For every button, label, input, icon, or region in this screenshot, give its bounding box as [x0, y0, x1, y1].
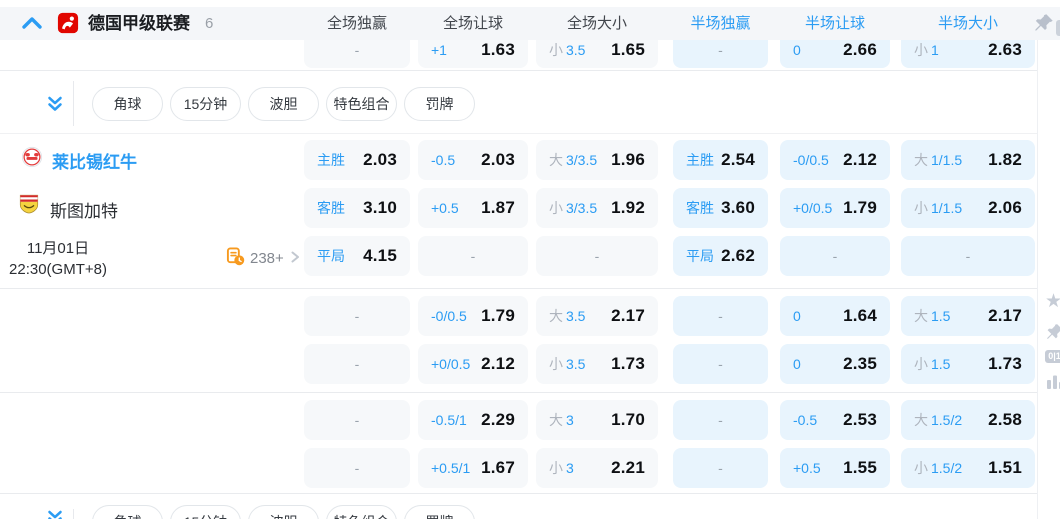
clipped-edge-icon — [1056, 20, 1060, 36]
odds-cell: - — [536, 236, 658, 276]
column-header-half-overunder[interactable]: 半场大小 — [901, 7, 1035, 40]
odds-cell[interactable]: 小 1/1.5 2.06 — [901, 188, 1035, 228]
odds-row-alt-line-2-over: - -0.5/1 2.29 大 3 1.70- -0.5 2.53 大 1.5/2 2.58 — [0, 400, 1060, 440]
odds-cell[interactable]: -0.5 2.53 — [780, 400, 890, 440]
odds-cell[interactable]: 客胜 3.10 — [304, 188, 410, 228]
odds-cell: - — [673, 296, 768, 336]
odds-cell[interactable]: 0 2.35 — [780, 344, 890, 384]
betting-odds-screen: - +1 1.63 小 3.5 1.65-0 2.66 小 1 2.63 主胜 2.03 -0.5 2.0… — [0, 0, 1060, 519]
odds-cell[interactable]: 主胜 2.03 — [304, 140, 410, 180]
odds-grid: - +1 1.63 小 3.5 1.65-0 2.66 小 1 2.63 主胜 2.03 -0.5 2.0… — [0, 0, 1060, 519]
league-header-bar: 德国甲级联赛 6 全场独赢 全场让球 全场大小 半场独赢 半场让球 半场大小 — [0, 7, 1060, 40]
odds-cell[interactable]: 小 1.5/2 1.51 — [901, 448, 1035, 488]
column-header-full-1x2: 全场独赢 — [326, 15, 387, 32]
odds-cell: - — [673, 400, 768, 440]
odds-cell[interactable]: +0.5 1.55 — [780, 448, 890, 488]
odds-cell[interactable]: 大 1/1.5 1.82 — [901, 140, 1035, 180]
odds-cell[interactable]: -0.5/1 2.29 — [418, 400, 528, 440]
odds-cell: - — [418, 236, 528, 276]
odds-cell[interactable]: 小 3.5 1.73 — [536, 344, 658, 384]
league-match-count: 6 — [205, 15, 214, 32]
odds-cell: - — [780, 236, 890, 276]
odds-cell[interactable]: 小 1.5 1.73 — [901, 344, 1035, 384]
odds-row-alt-line-1-over: - -0/0.5 1.79 大 3.5 2.17-0 1.64 大 1.5 2.17 — [0, 296, 1060, 336]
odds-cell: - — [901, 236, 1035, 276]
odds-cell[interactable]: 平局 2.62 — [673, 236, 768, 276]
odds-cell[interactable]: 0 1.64 — [780, 296, 890, 336]
odds-cell[interactable]: 小 3/3.5 1.92 — [536, 188, 658, 228]
odds-cell[interactable]: -0/0.5 1.79 — [418, 296, 528, 336]
odds-cell: - — [304, 400, 410, 440]
odds-cell[interactable]: 大 1.5 2.17 — [901, 296, 1035, 336]
odds-cell[interactable]: 小 3 2.21 — [536, 448, 658, 488]
column-header-half-1x2[interactable]: 半场独赢 — [673, 7, 768, 40]
odds-cell[interactable]: 平局 4.15 — [304, 236, 410, 276]
column-header-half-handicap[interactable]: 半场让球 — [780, 7, 890, 40]
odds-row-draw: 平局 4.15- - 平局 2.62- - — [0, 236, 1060, 276]
collapse-chevron-up-icon[interactable] — [20, 13, 44, 33]
odds-cell: - — [304, 448, 410, 488]
odds-cell[interactable]: 大 3 1.70 — [536, 400, 658, 440]
odds-row-alt-line-2-under: - +0.5/1 1.67 小 3 2.21- +0.5 1.55 小 1.5/2 1.51 — [0, 448, 1060, 488]
pin-icon[interactable] — [1033, 12, 1055, 34]
odds-row-away-win: 客胜 3.10 +0.5 1.87 小 3/3.5 1.92 客胜 3.60 +0/0.5 1.79… — [0, 188, 1060, 228]
odds-cell[interactable]: 大 3.5 2.17 — [536, 296, 658, 336]
bundesliga-logo-icon — [57, 12, 79, 34]
odds-cell: - — [304, 296, 410, 336]
odds-cell: - — [673, 448, 768, 488]
odds-cell[interactable]: +0/0.5 2.12 — [418, 344, 528, 384]
odds-cell[interactable]: 主胜 2.54 — [673, 140, 768, 180]
odds-cell: - — [304, 344, 410, 384]
odds-row-alt-line-1-under: - +0/0.5 2.12 小 3.5 1.73-0 2.35 小 1.5 1.73 — [0, 344, 1060, 384]
column-header-full-handicap: 全场让球 — [442, 15, 503, 32]
odds-cell: - — [673, 344, 768, 384]
odds-cell[interactable]: -0/0.5 2.12 — [780, 140, 890, 180]
odds-row-home-win: 主胜 2.03 -0.5 2.03 大 3/3.5 1.96 主胜 2.54 -0/0.5 2.12… — [0, 140, 1060, 180]
odds-cell[interactable]: +0/0.5 1.79 — [780, 188, 890, 228]
column-header-full-overunder: 全场大小 — [566, 15, 627, 32]
odds-cell[interactable]: 大 1.5/2 2.58 — [901, 400, 1035, 440]
league-name: 德国甲级联赛 — [88, 14, 190, 33]
odds-cell[interactable]: 大 3/3.5 1.96 — [536, 140, 658, 180]
odds-cell[interactable]: 客胜 3.60 — [673, 188, 768, 228]
odds-cell[interactable]: +0.5/1 1.67 — [418, 448, 528, 488]
odds-cell[interactable]: +0.5 1.87 — [418, 188, 528, 228]
odds-cell[interactable]: -0.5 2.03 — [418, 140, 528, 180]
